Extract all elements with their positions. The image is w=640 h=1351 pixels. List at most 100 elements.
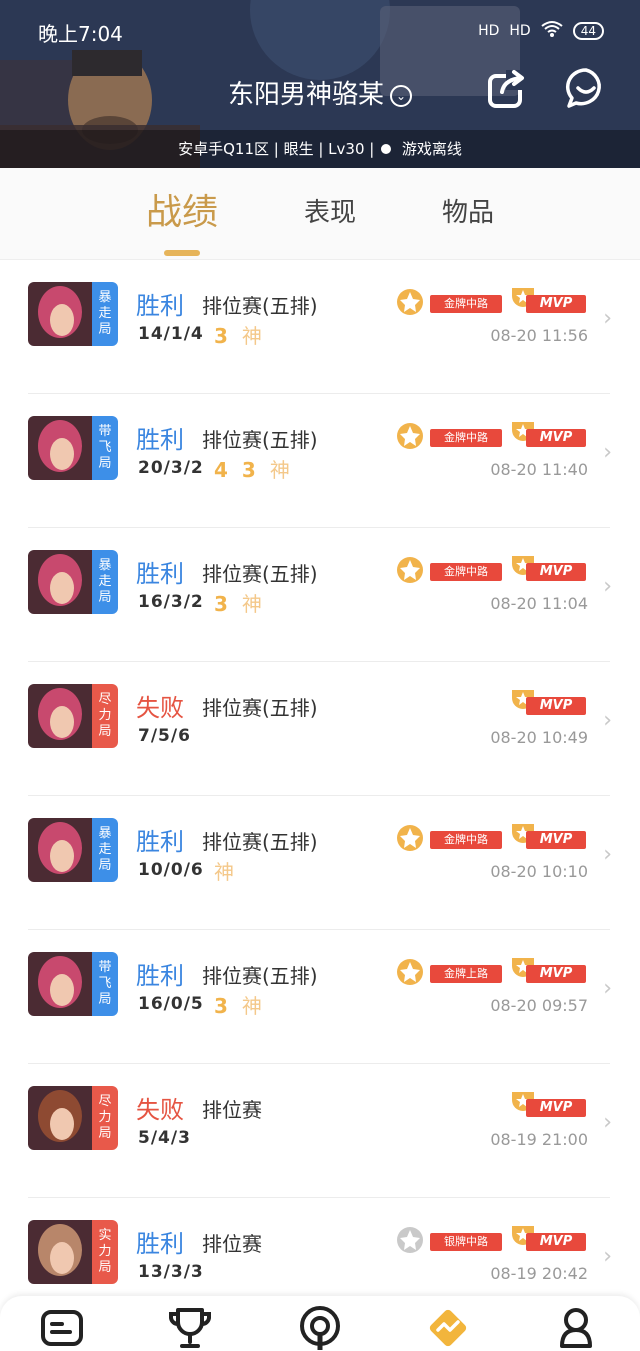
achievement-badge: 3 (214, 994, 228, 1018)
mvp-badge: MVP (508, 688, 586, 718)
match-row[interactable]: 尽力局 失败 排位赛 5/4/3 MVP 08-19 21:00 › (0, 1064, 640, 1198)
medal-label: 金牌上路 (430, 965, 502, 983)
medal-icon (397, 423, 423, 449)
signal-icon: HD (509, 23, 531, 39)
mvp-label: MVP (526, 965, 586, 983)
position-medal: 银牌中路 (394, 1224, 502, 1254)
hero-portrait-icon (28, 1220, 92, 1284)
match-type-tag: 暴走局 (92, 550, 118, 614)
kda: 14/1/4 (138, 324, 204, 344)
nav-list[interactable] (40, 1306, 84, 1350)
nav-podcast[interactable] (298, 1306, 342, 1350)
tab-performance[interactable]: 表现 (270, 168, 390, 260)
tab-records[interactable]: 战绩 (122, 168, 242, 260)
match-type-char: 暴 (98, 558, 112, 573)
hero-avatar: 实力局 (28, 1220, 118, 1284)
position-medal: 金牌中路 (394, 420, 502, 450)
match-type-char: 局 (98, 322, 112, 337)
match-mode: 排位赛(五排) (202, 294, 318, 318)
match-type-char: 局 (98, 858, 112, 873)
medal-label: 金牌中路 (430, 563, 502, 581)
list-icon (41, 1310, 83, 1346)
match-row[interactable]: 暴走局 胜利 排位赛(五排) 16/3/2 3神 金牌中路 MVP 08-20 … (0, 528, 640, 662)
match-list: 暴走局 胜利 排位赛(五排) 14/1/4 3神 金牌中路 MVP 08-20 … (0, 260, 640, 1332)
match-time: 08-20 11:40 (490, 460, 588, 479)
mvp-badge: MVP (508, 286, 586, 316)
match-result: 胜利 (136, 828, 184, 856)
mvp-label: MVP (526, 831, 586, 849)
match-type-char: 局 (98, 724, 112, 739)
match-type-char: 局 (98, 590, 112, 605)
mvp-badge: MVP (508, 822, 586, 852)
chevron-right-icon: › (603, 1110, 612, 1135)
position-medal: 金牌中路 (394, 554, 502, 584)
match-result: 失败 (136, 694, 184, 722)
hero-avatar: 尽力局 (28, 1086, 118, 1150)
hero-portrait-icon (28, 684, 92, 748)
match-row[interactable]: 带飞局 胜利 排位赛(五排) 20/3/2 43神 金牌中路 MVP 08-20… (0, 394, 640, 528)
match-result: 失败 (136, 1096, 184, 1124)
mvp-badge: MVP (508, 420, 586, 450)
mvp-label: MVP (526, 563, 586, 581)
nav-profile[interactable] (554, 1306, 598, 1350)
match-result: 胜利 (136, 1230, 184, 1258)
match-type-char: 飞 (98, 440, 112, 455)
match-type-tag: 带飞局 (92, 416, 118, 480)
match-type-char: 尽 (98, 1094, 112, 1109)
bottom-nav (0, 1296, 640, 1351)
kda: 5/4/3 (138, 1128, 191, 1148)
nav-trend[interactable] (426, 1306, 470, 1350)
hero-portrait-icon (28, 952, 92, 1016)
match-type-char: 带 (98, 424, 112, 439)
match-mode: 排位赛(五排) (202, 696, 318, 720)
mvp-badge: MVP (508, 1224, 586, 1254)
match-type-char: 暴 (98, 290, 112, 305)
match-type-char: 力 (98, 708, 112, 723)
match-result: 胜利 (136, 962, 184, 990)
nav-trophy[interactable] (168, 1306, 212, 1350)
profile-name-text: 东阳男神骆某 (227, 80, 384, 110)
match-type-char: 局 (98, 456, 112, 471)
trend-icon (429, 1309, 467, 1347)
hero-portrait-icon (28, 550, 92, 614)
medal-icon (397, 557, 423, 583)
achievement-badge: 神 (241, 994, 262, 1018)
match-row[interactable]: 带飞局 胜利 排位赛(五排) 16/0/5 3神 金牌上路 MVP 08-20 … (0, 930, 640, 1064)
hero-avatar: 暴走局 (28, 818, 118, 882)
offline-dot-icon (381, 144, 392, 154)
position-medal: 金牌上路 (394, 956, 502, 986)
profile-header: 晚上7:04 HD HD 44 东阳男神骆某 ⌄ 安卓手Q11区 | 眼生 | L… (0, 0, 640, 168)
match-row[interactable]: 暴走局 胜利 排位赛(五排) 14/1/4 3神 金牌中路 MVP 08-20 … (0, 260, 640, 394)
hero-avatar: 暴走局 (28, 282, 118, 346)
trophy-icon (169, 1308, 211, 1348)
match-result: 胜利 (136, 426, 184, 454)
wifi-icon (541, 20, 563, 42)
kda: 20/3/2 (138, 458, 204, 478)
profile-info-strip: 安卓手Q11区 | 眼生 | Lv30 | 游戏离线 (0, 130, 640, 168)
hero-avatar: 暴走局 (28, 550, 118, 614)
chat-icon (566, 68, 601, 108)
chevron-right-icon: › (603, 574, 612, 599)
achievement-badge: 神 (214, 860, 234, 884)
achievement-badge: 神 (241, 324, 262, 348)
mvp-badge: MVP (508, 1090, 586, 1120)
match-row[interactable]: 尽力局 失败 排位赛(五排) 7/5/6 MVP 08-20 10:49 › (0, 662, 640, 796)
podcast-icon (300, 1306, 340, 1350)
hero-portrait-icon (28, 818, 92, 882)
match-row[interactable]: 暴走局 胜利 排位赛(五排) 10/0/6 神 金牌中路 MVP 08-20 1… (0, 796, 640, 930)
status-icons: HD HD 44 (478, 20, 604, 42)
match-type-tag: 暴走局 (92, 818, 118, 882)
match-type-char: 力 (98, 1110, 112, 1125)
achievement-badge: 神 (269, 458, 290, 482)
match-mode: 排位赛(五排) (202, 830, 318, 854)
match-result: 胜利 (136, 560, 184, 588)
share-button[interactable] (486, 66, 530, 110)
profile-name[interactable]: 东阳男神骆某 ⌄ (0, 74, 640, 111)
tab-items[interactable]: 物品 (408, 168, 528, 260)
hero-avatar: 带飞局 (28, 952, 118, 1016)
chat-button[interactable] (564, 66, 608, 110)
medal-label: 银牌中路 (430, 1233, 502, 1251)
tab-indicator (164, 250, 200, 256)
profile-info: 安卓手Q11区 | 眼生 | Lv30 | (178, 140, 375, 158)
match-mode: 排位赛(五排) (202, 562, 318, 586)
